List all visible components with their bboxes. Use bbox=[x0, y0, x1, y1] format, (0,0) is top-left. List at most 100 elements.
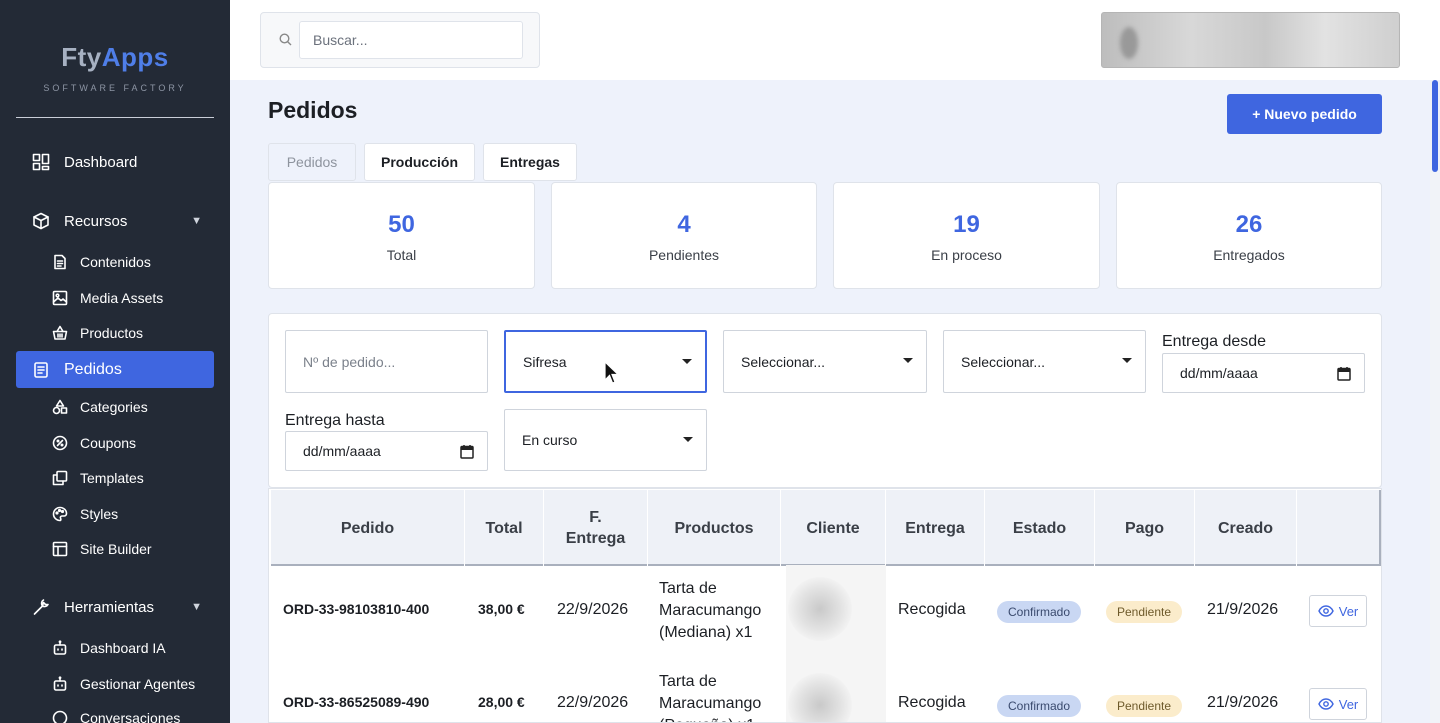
status-badge: Confirmado bbox=[997, 695, 1081, 717]
client-avatar-blurred bbox=[788, 673, 852, 722]
calendar-icon[interactable] bbox=[460, 444, 474, 459]
sidebar-item-coupons[interactable]: Coupons bbox=[52, 429, 136, 457]
sidebar-item-recursos[interactable]: Recursos ▼ bbox=[16, 203, 214, 239]
robot-icon bbox=[52, 676, 68, 692]
sidebar-item-label: Contenidos bbox=[80, 254, 151, 270]
date-from-label: Entrega desde bbox=[1162, 333, 1267, 350]
sidebar-item-conversaciones[interactable]: Conversaciones bbox=[52, 704, 180, 723]
sidebar-item-label: Categories bbox=[80, 399, 148, 415]
stat-value: 19 bbox=[953, 211, 980, 238]
search-input[interactable] bbox=[299, 21, 523, 59]
filter-select-2[interactable]: Seleccionar... bbox=[943, 330, 1146, 393]
order-total: 38,00 € bbox=[478, 601, 525, 617]
mouse-cursor-icon bbox=[604, 361, 620, 384]
sidebar-item-label: Recursos bbox=[64, 212, 128, 230]
new-order-button[interactable]: + Nuevo pedido bbox=[1227, 94, 1382, 134]
image-icon bbox=[52, 290, 68, 306]
status-badge: Confirmado bbox=[997, 601, 1081, 623]
tab-entregas[interactable]: Entregas bbox=[483, 143, 577, 181]
date-to-input[interactable]: dd/mm/aaaa bbox=[285, 431, 488, 471]
brand-logo[interactable]: FtyApps bbox=[16, 42, 214, 73]
scrollbar[interactable] bbox=[1430, 80, 1440, 723]
sidebar-item-label: Site Builder bbox=[80, 541, 152, 557]
view-order-button[interactable]: Ver bbox=[1309, 688, 1367, 720]
stat-card-total: 50 Total bbox=[268, 182, 535, 289]
search-box bbox=[260, 12, 540, 68]
template-icon bbox=[52, 470, 68, 486]
sidebar-item-styles[interactable]: Styles bbox=[52, 500, 118, 528]
receipt-icon bbox=[32, 361, 50, 379]
sidebar-item-dashboard-ia[interactable]: Dashboard IA bbox=[52, 634, 166, 662]
sidebar: FtyApps SOFTWARE FACTORY Dashboard Recur… bbox=[0, 0, 230, 723]
eye-icon bbox=[1317, 605, 1334, 617]
filter-select-1[interactable]: Seleccionar... bbox=[723, 330, 927, 393]
sidebar-item-label: Herramientas bbox=[64, 598, 155, 616]
sidebar-item-dashboard[interactable]: Dashboard bbox=[16, 144, 214, 180]
user-avatar-banner[interactable] bbox=[1101, 12, 1400, 68]
column-header-creado[interactable]: Creado bbox=[1195, 490, 1297, 566]
column-header-pago[interactable]: Pago bbox=[1095, 490, 1195, 566]
column-header-productos[interactable]: Productos bbox=[648, 490, 781, 566]
scrollbar-thumb[interactable] bbox=[1432, 80, 1438, 172]
calendar-icon[interactable] bbox=[1337, 366, 1351, 381]
status-select-value: En curso bbox=[522, 432, 578, 448]
topbar bbox=[230, 0, 1440, 80]
sidebar-item-site-builder[interactable]: Site Builder bbox=[52, 535, 152, 563]
select-value: Seleccionar... bbox=[741, 353, 826, 370]
sidebar-item-contenidos[interactable]: Contenidos bbox=[52, 248, 151, 276]
date-to-value: dd/mm/aaaa bbox=[303, 443, 381, 459]
date-to-label: Entrega hasta bbox=[285, 412, 385, 429]
stat-value: 50 bbox=[388, 211, 415, 238]
caret-down-icon: ▼ bbox=[191, 215, 202, 227]
sidebar-item-categories[interactable]: Categories bbox=[52, 393, 148, 421]
view-order-button[interactable]: Ver bbox=[1309, 595, 1367, 627]
stat-card-pendientes: 4 Pendientes bbox=[551, 182, 817, 289]
order-delivery-type: Recogida bbox=[898, 694, 966, 711]
brand-subtitle: SOFTWARE FACTORY bbox=[43, 83, 187, 93]
order-id[interactable]: ORD-33-98103810-400 bbox=[283, 601, 429, 617]
order-id[interactable]: ORD-33-86525089-490 bbox=[283, 694, 429, 710]
stat-label: Total bbox=[386, 247, 417, 263]
sidebar-item-label: Media Assets bbox=[80, 290, 164, 306]
sidebar-item-label: Templates bbox=[80, 470, 144, 486]
order-created-date: 21/9/2026 bbox=[1207, 694, 1279, 711]
column-header-entrega[interactable]: Entrega bbox=[886, 490, 985, 566]
column-header-cliente[interactable]: Cliente bbox=[781, 490, 886, 566]
caret-down-icon bbox=[1122, 358, 1132, 363]
date-from-input[interactable]: dd/mm/aaaa bbox=[1162, 353, 1365, 393]
sidebar-item-label: Coupons bbox=[80, 435, 137, 451]
sidebar-item-productos[interactable]: Productos bbox=[52, 319, 143, 347]
column-header-estado[interactable]: Estado bbox=[985, 490, 1095, 566]
sidebar-item-label: Gestionar Agentes bbox=[80, 676, 196, 692]
tab-produccion[interactable]: Producción bbox=[364, 143, 475, 181]
brand: FtyApps SOFTWARE FACTORY bbox=[16, 0, 214, 118]
sidebar-item-media-assets[interactable]: Media Assets bbox=[52, 284, 163, 312]
column-header-pedido[interactable]: Pedido bbox=[271, 490, 465, 566]
column-header-total[interactable]: Total bbox=[465, 490, 544, 566]
client-cell-blurred bbox=[786, 565, 886, 722]
stat-label: En proceso bbox=[931, 247, 1002, 263]
page-title: Pedidos bbox=[268, 97, 358, 123]
order-number-input[interactable]: Nº de pedido... bbox=[285, 330, 488, 393]
sidebar-item-herramientas[interactable]: Herramientas ▼ bbox=[16, 589, 214, 625]
status-select[interactable]: En curso bbox=[504, 409, 707, 471]
caret-down-icon bbox=[903, 358, 913, 363]
caret-down-icon: ▼ bbox=[191, 601, 202, 613]
column-header-fecha-entrega[interactable]: F. Entrega bbox=[544, 490, 648, 566]
sidebar-item-label: Productos bbox=[80, 325, 144, 341]
sidebar-item-templates[interactable]: Templates bbox=[52, 464, 144, 492]
search-icon bbox=[279, 33, 292, 46]
wrench-icon bbox=[32, 598, 50, 616]
sidebar-item-gestionar-agentes[interactable]: Gestionar Agentes bbox=[52, 670, 195, 698]
order-products: Tarta de Maracumango (Mediana) x1 bbox=[659, 580, 762, 641]
client-avatar-blurred bbox=[788, 577, 852, 641]
payment-badge: Pendiente bbox=[1106, 601, 1182, 623]
layout-icon bbox=[52, 541, 68, 557]
sidebar-item-label: Conversaciones bbox=[80, 710, 181, 723]
sidebar-item-pedidos[interactable]: Pedidos bbox=[16, 351, 214, 388]
order-delivery-date: 22/9/2026 bbox=[557, 601, 629, 618]
view-order-label: Ver bbox=[1338, 696, 1359, 712]
caret-down-icon bbox=[682, 359, 692, 364]
order-created-date: 21/9/2026 bbox=[1207, 601, 1279, 618]
tab-pedidos[interactable]: Pedidos bbox=[268, 143, 356, 181]
